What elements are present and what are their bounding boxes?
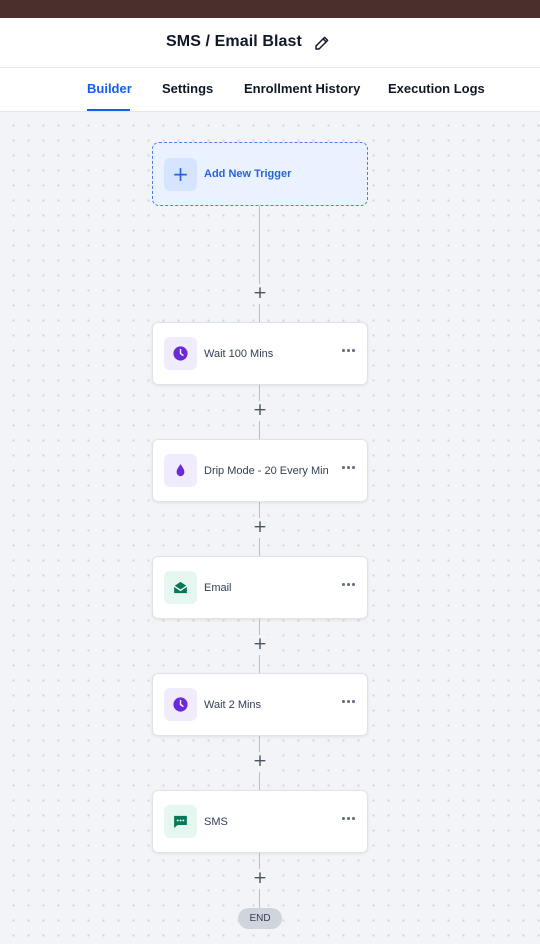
more-options-icon[interactable] [342,577,356,591]
tab-bar: Builder Settings Enrollment History Exec… [0,68,540,112]
tab-enrollment-history[interactable]: Enrollment History [244,81,360,96]
more-options-icon[interactable] [342,343,356,357]
step-label: SMS [204,816,228,828]
clock-icon [164,337,197,370]
tab-builder[interactable]: Builder [87,81,132,96]
more-options-icon[interactable] [342,460,356,474]
workflow-step-wait[interactable]: Wait 100 Mins [152,322,368,385]
mail-open-icon [164,571,197,604]
clock-icon [164,688,197,721]
workflow-step-drip-mode[interactable]: Drip Mode - 20 Every Min [152,439,368,502]
workflow-step-sms[interactable]: SMS [152,790,368,853]
step-label: Wait 2 Mins [204,699,262,711]
more-options-icon[interactable] [342,694,356,708]
add-step-button[interactable]: + [250,869,270,889]
add-step-button[interactable]: + [250,518,270,538]
sms-icon [164,805,197,838]
drop-icon [164,454,197,487]
add-trigger-card[interactable]: + Add New Trigger [152,142,368,206]
pencil-icon[interactable] [313,34,331,52]
page-title: SMS / Email Blast [166,33,302,50]
more-options-icon[interactable] [342,811,356,825]
page-header: SMS / Email Blast [0,18,540,68]
step-label: Drip Mode - 20 Every Min [204,465,329,477]
active-tab-indicator [87,109,130,111]
workflow-step-wait[interactable]: Wait 2 Mins [152,673,368,736]
add-step-button[interactable]: + [250,401,270,421]
window-top-bar [0,0,540,18]
tab-execution-logs[interactable]: Execution Logs [388,81,485,96]
connector-line [259,206,260,323]
tab-settings[interactable]: Settings [162,81,213,96]
add-step-button[interactable]: + [250,752,270,772]
step-label: Wait 100 Mins [204,348,274,360]
add-trigger-label: Add New Trigger [204,168,292,180]
step-label: Email [204,582,232,594]
add-step-button[interactable]: + [250,284,270,304]
plus-icon: + [164,158,197,191]
workflow-step-email[interactable]: Email [152,556,368,619]
end-node: END [238,908,282,929]
add-step-button[interactable]: + [250,635,270,655]
